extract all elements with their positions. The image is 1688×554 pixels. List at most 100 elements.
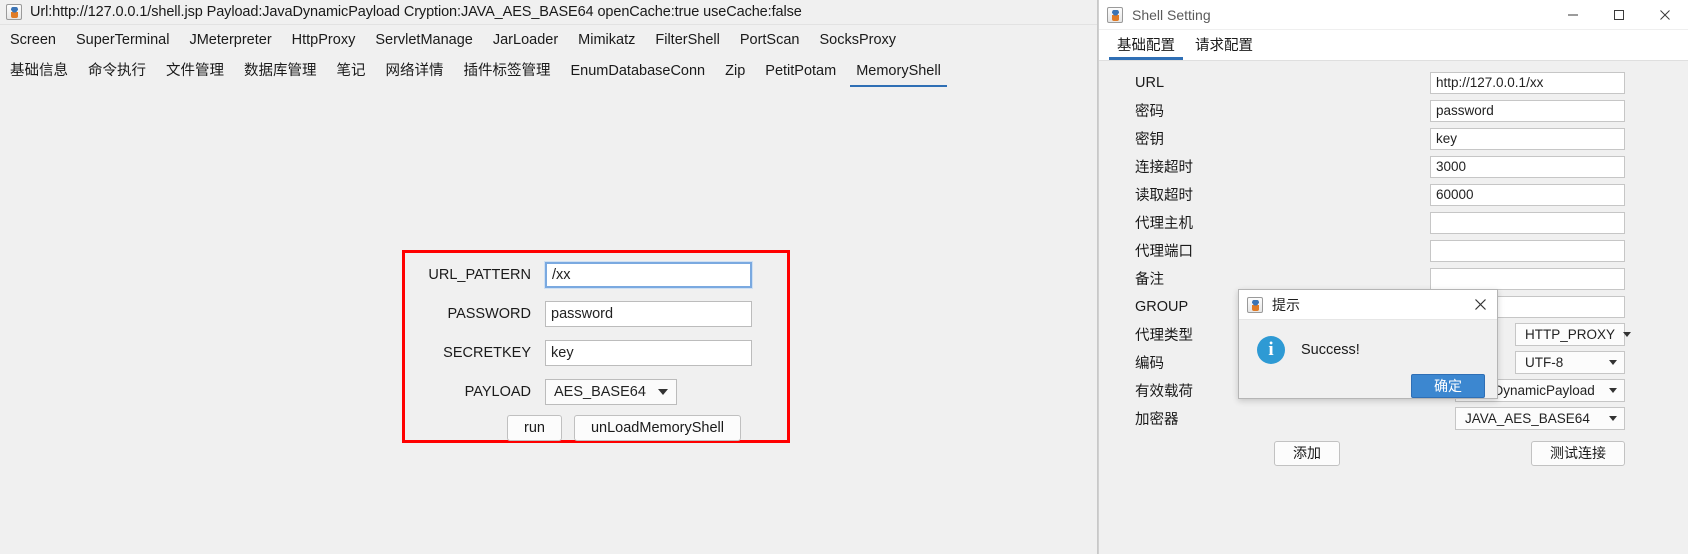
tab-9[interactable]: PetitPotam — [755, 56, 846, 87]
form-row-password: PASSWORD — [405, 296, 787, 331]
tab-2[interactable]: 文件管理 — [156, 56, 234, 87]
setting-row-5: 代理主机 — [1099, 209, 1688, 236]
setting-input-3[interactable] — [1430, 155, 1625, 178]
form-row-secretkey: SECRETKEY — [405, 335, 787, 370]
menu-item-portscan[interactable]: PortScan — [730, 25, 810, 56]
minimize-button[interactable] — [1550, 0, 1596, 30]
success-dialog: 提示 i Success! 确定 — [1238, 289, 1498, 399]
setting-row-2: 密钥 — [1099, 125, 1688, 152]
unload-memory-shell-button[interactable]: unLoadMemoryShell — [573, 415, 741, 441]
minimize-icon — [1568, 14, 1578, 15]
maximize-button[interactable] — [1596, 0, 1642, 30]
setting-row-1: 密码 — [1099, 97, 1688, 124]
menu-item-mimikatz[interactable]: Mimikatz — [568, 25, 645, 56]
secretkey-input[interactable] — [545, 339, 752, 366]
payload-dropdown[interactable]: AES_BASE64 — [545, 378, 677, 405]
tab-5[interactable]: 网络详情 — [376, 56, 454, 87]
setting-combo-label-3: 加密器 — [1135, 412, 1179, 428]
setting-input-0[interactable] — [1430, 71, 1625, 94]
form-button-row: run unLoadMemoryShell — [405, 415, 787, 441]
setting-input-6[interactable] — [1430, 239, 1625, 262]
setting-row-3: 连接超时 — [1099, 153, 1688, 180]
tab-0[interactable]: 基础信息 — [0, 56, 78, 87]
setting-dropdown-1[interactable]: UTF-8 — [1515, 351, 1625, 374]
menu-item-servletmanage[interactable]: ServletManage — [365, 25, 483, 56]
label-url_pattern: URL_PATTERN — [428, 266, 531, 283]
setting-label-8: GROUP — [1135, 298, 1189, 315]
setting-row-6: 代理端口 — [1099, 237, 1688, 264]
main-content-area: URL_PATTERN PASSWORD SECRETKEY PAYLOAD AES… — [0, 87, 1097, 552]
shell-setting-tabs: 基础配置 请求配置 — [1099, 30, 1688, 61]
tab-6[interactable]: 插件标签管理 — [454, 56, 561, 87]
dialog-message: Success! — [1301, 342, 1360, 358]
setting-label-1: 密码 — [1135, 104, 1164, 120]
menu-item-screen[interactable]: Screen — [0, 25, 66, 56]
label-password: PASSWORD — [447, 305, 531, 322]
chevron-down-icon — [1609, 416, 1617, 421]
setting-label-0: URL — [1135, 74, 1165, 91]
setting-field-wrap-2 — [1209, 127, 1688, 150]
menu-item-jarloader[interactable]: JarLoader — [483, 25, 568, 56]
setting-field-wrap-5 — [1209, 211, 1688, 234]
setting-dropdown-3[interactable]: JAVA_AES_BASE64 — [1455, 407, 1625, 430]
dialog-close-button[interactable] — [1469, 294, 1491, 316]
label-secretkey: SECRETKEY — [443, 344, 531, 361]
close-button[interactable] — [1642, 0, 1688, 30]
tab-3[interactable]: 数据库管理 — [234, 56, 327, 87]
shell-setting-title-bar: Shell Setting — [1099, 0, 1688, 30]
java-app-icon — [6, 4, 22, 20]
menu-row-primary: Screen SuperTerminal JMeterpreter HttpProxy… — [0, 25, 1097, 56]
chevron-down-icon — [1609, 388, 1617, 393]
setting-field-wrap-0 — [1209, 71, 1688, 94]
url-pattern-input[interactable] — [544, 260, 753, 289]
password-input[interactable] — [545, 300, 752, 327]
menu-item-httpproxy[interactable]: HttpProxy — [282, 25, 366, 56]
payload-label: PAYLOAD — [464, 383, 531, 400]
setting-field-wrap-3 — [1209, 155, 1688, 178]
setting-input-2[interactable] — [1430, 127, 1625, 150]
dialog-confirm-button[interactable]: 确定 — [1411, 374, 1485, 398]
tab-10[interactable]: MemoryShell — [846, 56, 951, 87]
tab-1[interactable]: 命令执行 — [78, 56, 156, 87]
shell-tab-1[interactable]: 请求配置 — [1185, 34, 1263, 60]
info-icon: i — [1257, 336, 1285, 364]
chevron-down-icon — [657, 388, 668, 395]
shell-tab-0[interactable]: 基础配置 — [1107, 34, 1185, 60]
payload-row: PAYLOAD AES_BASE64 — [405, 374, 787, 409]
menu-item-filtershell[interactable]: FilterShell — [645, 25, 729, 56]
setting-dropdown-0[interactable]: HTTP_PROXY — [1515, 323, 1632, 346]
chevron-down-icon — [1609, 360, 1617, 365]
menu-item-superterminal[interactable]: SuperTerminal — [66, 25, 180, 56]
java-app-icon — [1247, 296, 1263, 313]
setting-dropdown-value-1: UTF-8 — [1525, 355, 1564, 370]
menu-item-jmeterpreter[interactable]: JMeterpreter — [179, 25, 281, 56]
test-connection-button[interactable]: 测试连接 — [1531, 441, 1625, 466]
dialog-title-bar: 提示 — [1239, 290, 1497, 320]
memory-shell-form-panel: URL_PATTERN PASSWORD SECRETKEY PAYLOAD AES… — [402, 250, 790, 443]
tab-7[interactable]: EnumDatabaseConn — [561, 56, 716, 87]
setting-label-4: 读取超时 — [1135, 188, 1193, 204]
close-icon — [1660, 9, 1670, 20]
setting-input-4[interactable] — [1430, 183, 1625, 206]
setting-field-wrap-1 — [1209, 99, 1688, 122]
add-button[interactable]: 添加 — [1274, 441, 1340, 466]
tab-4[interactable]: 笔记 — [327, 56, 376, 87]
payload-dropdown-value: AES_BASE64 — [554, 383, 646, 400]
main-window: Url:http://127.0.0.1/shell.jsp Payload:J… — [0, 0, 1098, 554]
setting-input-5[interactable] — [1430, 211, 1625, 234]
shell-setting-body: URL 密码密钥连接超时读取超时代理主机代理端口备注 GROUP 代理类型 HTTP_… — [1099, 61, 1688, 554]
shell-setting-window: Shell Setting 基础配置 请求配置 URL http://127.0… — [1098, 0, 1688, 554]
dialog-button-row: 确定 — [1239, 368, 1497, 398]
setting-label-5: 代理主机 — [1135, 216, 1193, 232]
main-title-bar: Url:http://127.0.0.1/shell.jsp Payload:J… — [0, 0, 1097, 25]
tab-8[interactable]: Zip — [715, 56, 755, 87]
setting-input-7[interactable] — [1430, 267, 1625, 290]
menu-item-socksproxy[interactable]: SocksProxy — [809, 25, 906, 56]
shell-setting-button-row: 添加 测试连接 — [1099, 433, 1688, 466]
setting-input-1[interactable] — [1430, 99, 1625, 122]
setting-label-6: 代理端口 — [1135, 244, 1193, 260]
setting-field-wrap-6 — [1209, 239, 1688, 262]
menu-row-secondary: 基础信息 命令执行 文件管理 数据库管理 笔记 网络详情 插件标签管理 EnumDatabas… — [0, 56, 1097, 87]
run-button[interactable]: run — [507, 415, 562, 441]
application-root: Url:http://127.0.0.1/shell.jsp Payload:J… — [0, 0, 1688, 554]
